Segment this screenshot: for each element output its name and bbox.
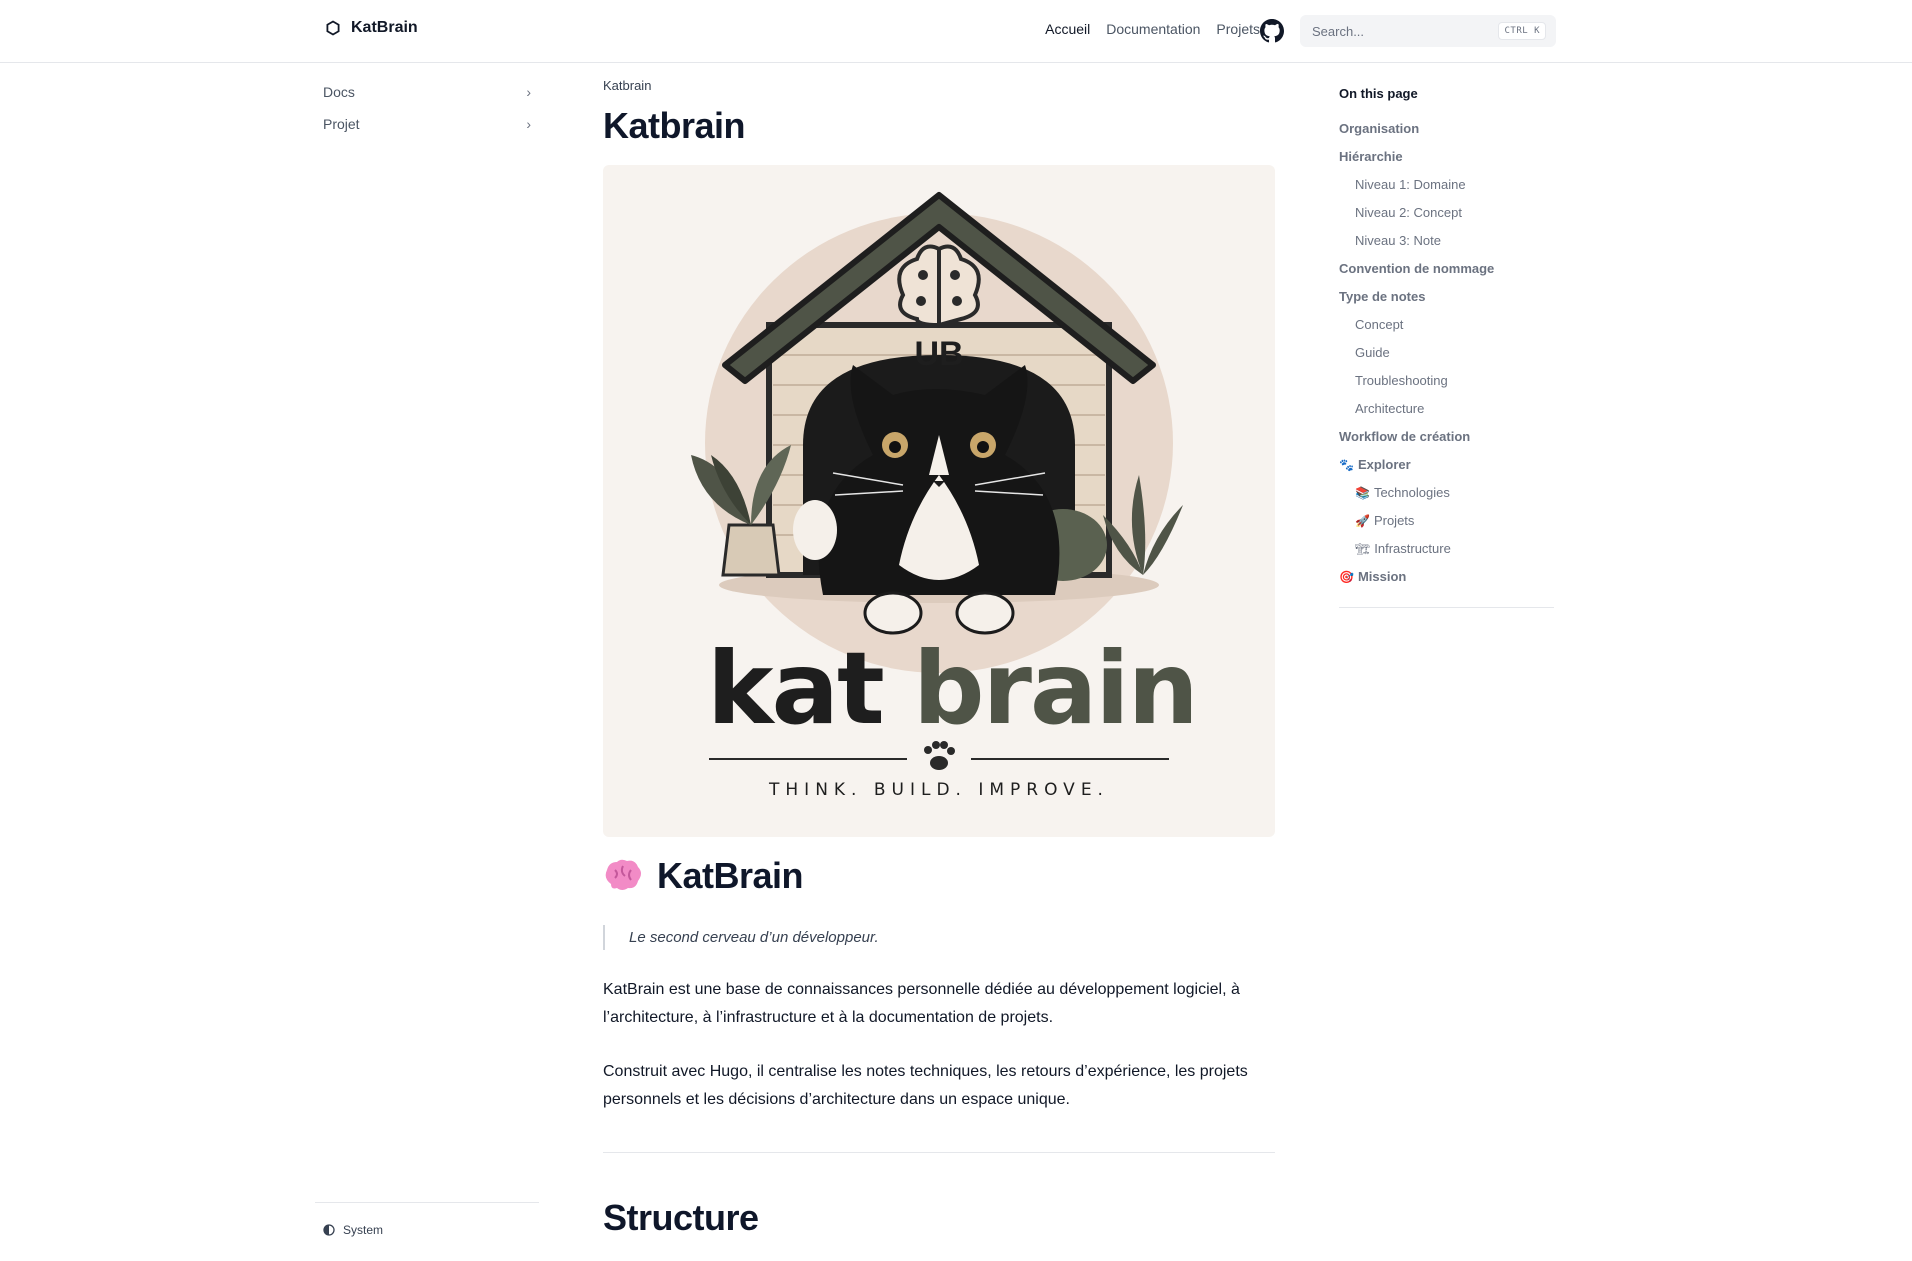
brand-heading: KatBrain — [657, 855, 804, 896]
search-shortcut-badge: CTRL K — [1498, 22, 1546, 40]
toc-item-label: Hiérarchie — [1339, 149, 1403, 164]
toc-item[interactable]: Niveau 1: Domaine — [1339, 171, 1554, 199]
table-of-contents: On this page Organisation Hiérarchie Nivea… — [1339, 86, 1554, 608]
theme-switch-button[interactable]: System — [315, 1223, 539, 1237]
toc-item[interactable]: Niveau 3: Note — [1339, 227, 1554, 255]
top-header: KatBrain Accueil Documentation Projets C… — [0, 0, 1912, 63]
breadcrumb[interactable]: Katbrain — [603, 78, 1275, 93]
brain-emoji-icon — [605, 859, 641, 890]
toc-item[interactable]: 🏗 Infrastructure — [1339, 535, 1554, 563]
brand-name: KatBrain — [351, 19, 418, 36]
github-icon[interactable] — [1260, 19, 1284, 43]
toc-item-label: Infrastructure — [1374, 541, 1451, 556]
main-content: Katbrain Katbrain UB kat brain THINK. BU… — [603, 78, 1275, 1239]
nav-accueil[interactable]: Accueil — [1045, 21, 1090, 37]
toc-item-label: Guide — [1355, 345, 1390, 360]
toc-item-label: Convention de nommage — [1339, 261, 1495, 276]
nav-documentation[interactable]: Documentation — [1106, 21, 1200, 37]
brand-heading-row: KatBrain — [603, 855, 1275, 897]
logo-badge-text: UB — [914, 335, 963, 373]
sidebar-item-label: Projet — [323, 116, 360, 132]
toc-item[interactable]: 🚀 Projets — [1339, 507, 1554, 535]
logo-tagline: THINK. BUILD. IMPROVE. — [768, 780, 1109, 800]
toc-list: Organisation Hiérarchie Niveau 1: Domaine N… — [1339, 115, 1554, 591]
structure-heading: Structure — [603, 1197, 759, 1238]
toc-emoji-icon: 📚 — [1355, 486, 1370, 500]
toc-emoji-icon: 🎯 — [1339, 570, 1354, 584]
logo-word-kat: kat — [707, 630, 883, 747]
sidebar-footer: System — [315, 1202, 539, 1237]
tagline-quote: Le second cerveau d’un développeur. — [603, 925, 1275, 950]
toc-item[interactable]: Troubleshooting — [1339, 367, 1554, 395]
toc-item-label: Concept — [1355, 317, 1404, 332]
sidebar-item-label: Docs — [323, 84, 355, 100]
top-nav: Accueil Documentation Projets — [1045, 21, 1260, 37]
toc-item[interactable]: Guide — [1339, 339, 1554, 367]
toc-item[interactable]: 🎯 Mission — [1339, 563, 1554, 591]
toc-item-label: Architecture — [1355, 401, 1425, 416]
toc-item[interactable]: Concept — [1339, 311, 1554, 339]
toc-item[interactable]: Organisation — [1339, 115, 1554, 143]
chevron-right-icon: › — [526, 116, 531, 132]
toc-item-label: Niveau 2: Concept — [1355, 205, 1462, 220]
toc-emoji-icon: 🏗 — [1355, 542, 1371, 556]
page-title: Katbrain — [603, 105, 746, 146]
toc-title: On this page — [1339, 86, 1418, 101]
toc-item[interactable]: Workflow de création — [1339, 423, 1554, 451]
toc-item-label: Niveau 1: Domaine — [1355, 177, 1466, 192]
logo-hexagon-icon — [326, 20, 340, 36]
toc-divider — [1339, 607, 1554, 608]
toc-item-label: Projets — [1373, 513, 1415, 528]
toc-item[interactable]: Architecture — [1339, 395, 1554, 423]
toc-item-label: Niveau 3: Note — [1355, 233, 1441, 248]
half-circle-theme-icon — [323, 1224, 335, 1236]
brand-link[interactable]: KatBrain — [325, 19, 418, 37]
logo-word-brain: brain — [913, 630, 1197, 747]
chevron-right-icon: › — [526, 84, 531, 100]
intro-paragraph: KatBrain est une base de connaissances p… — [603, 981, 1240, 1026]
toc-item-label: Technologies — [1373, 485, 1450, 500]
toc-item[interactable]: Hiérarchie — [1339, 143, 1554, 171]
toc-item-label: Mission — [1357, 569, 1407, 584]
toc-item[interactable]: Niveau 2: Concept — [1339, 199, 1554, 227]
toc-emoji-icon: 🐾 — [1339, 458, 1354, 472]
theme-label: System — [343, 1223, 384, 1237]
toc-item[interactable]: Type de notes — [1339, 283, 1554, 311]
sidebar-item-projet[interactable]: Projet › — [315, 110, 539, 138]
hugo-paragraph: Construit avec Hugo, il centralise les n… — [603, 1063, 1248, 1108]
cat-house-illustration: UB kat brain THINK. BUILD. IMPROVE. — [691, 192, 1199, 800]
toc-item[interactable]: 📚 Technologies — [1339, 479, 1554, 507]
section-divider — [603, 1152, 1275, 1153]
toc-item-label: Troubleshooting — [1355, 373, 1448, 388]
toc-item-label: Type de notes — [1339, 289, 1426, 304]
sidebar-item-docs[interactable]: Docs › — [315, 78, 539, 106]
left-sidebar: Docs › Projet › — [315, 78, 539, 142]
toc-item-label: Organisation — [1339, 121, 1420, 136]
toc-item[interactable]: Convention de nommage — [1339, 255, 1554, 283]
toc-emoji-icon: 🚀 — [1355, 514, 1370, 528]
nav-projets[interactable]: Projets — [1216, 21, 1260, 37]
katbrain-logo-image: UB kat brain THINK. BUILD. IMPROVE. — [603, 165, 1275, 837]
search-box[interactable]: CTRL K — [1300, 15, 1556, 47]
search-input[interactable] — [1310, 22, 1499, 40]
toc-item-label: Explorer — [1357, 457, 1411, 472]
toc-item-label: Workflow de création — [1339, 429, 1471, 444]
toc-item[interactable]: 🐾 Explorer — [1339, 451, 1554, 479]
